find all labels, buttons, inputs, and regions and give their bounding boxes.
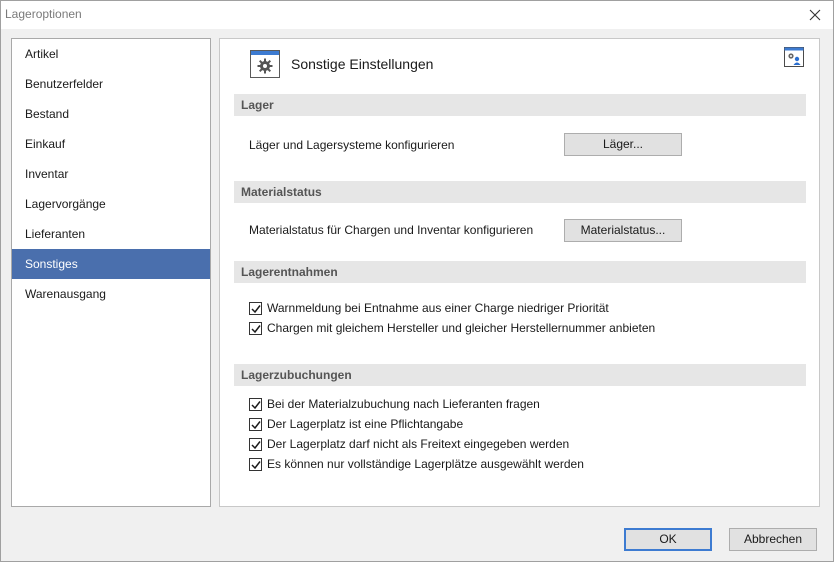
checkbox[interactable] bbox=[249, 397, 262, 411]
option-label: Es können nur vollständige Lagerplätze a… bbox=[267, 457, 584, 471]
checkbox[interactable] bbox=[249, 457, 262, 471]
nav-item-einkauf[interactable]: Einkauf bbox=[12, 129, 210, 159]
checkbox[interactable] bbox=[249, 417, 262, 431]
checkmark-icon bbox=[251, 440, 261, 449]
section-lagerentnahmen-heading: Lagerentnahmen bbox=[234, 261, 806, 283]
option-label: Der Lagerplatz ist eine Pflichtangabe bbox=[267, 417, 464, 431]
checkmark-icon bbox=[251, 304, 261, 313]
lager-button[interactable]: Läger... bbox=[564, 133, 682, 156]
option-kein-freitext[interactable]: Der Lagerplatz darf nicht als Freitext e… bbox=[249, 436, 569, 452]
nav-item-lagervorgaenge[interactable]: Lagervorgänge bbox=[12, 189, 210, 219]
panel-title: Sonstige Einstellungen bbox=[291, 56, 434, 72]
option-label: Bei der Materialzubuchung nach Lieferant… bbox=[267, 397, 540, 411]
title-bar: Lageroptionen bbox=[1, 1, 833, 29]
option-lieferanten-fragen[interactable]: Bei der Materialzubuchung nach Lieferant… bbox=[249, 396, 540, 412]
checkbox[interactable] bbox=[249, 437, 262, 451]
option-vollstaendige-lagerplaetze[interactable]: Es können nur vollständige Lagerplätze a… bbox=[249, 456, 584, 472]
user-settings-icon[interactable] bbox=[784, 47, 804, 67]
checkbox[interactable] bbox=[249, 301, 262, 315]
close-icon bbox=[809, 9, 821, 21]
ok-button[interactable]: OK bbox=[624, 528, 712, 551]
nav-item-sonstiges[interactable]: Sonstiges bbox=[12, 249, 210, 279]
nav-item-artikel[interactable]: Artikel bbox=[12, 39, 210, 69]
option-warnmeldung[interactable]: Warnmeldung bei Entnahme aus einer Charg… bbox=[249, 300, 609, 316]
window-title: Lageroptionen bbox=[5, 7, 82, 21]
nav-item-bestand[interactable]: Bestand bbox=[12, 99, 210, 129]
option-label: Chargen mit gleichem Hersteller und glei… bbox=[267, 321, 656, 335]
settings-panel: Sonstige Einstellungen Lager Läger und L… bbox=[219, 38, 820, 507]
checkbox[interactable] bbox=[249, 321, 262, 335]
nav-item-warenausgang[interactable]: Warenausgang bbox=[12, 279, 210, 309]
option-chargen-hersteller[interactable]: Chargen mit gleichem Hersteller und glei… bbox=[249, 320, 655, 336]
gear-icon bbox=[257, 58, 273, 74]
checkmark-icon bbox=[251, 420, 261, 429]
option-label: Warnmeldung bei Entnahme aus einer Charg… bbox=[267, 301, 609, 315]
materialstatus-config-label: Materialstatus für Chargen und Inventar … bbox=[249, 223, 534, 237]
option-label: Der Lagerplatz darf nicht als Freitext e… bbox=[267, 437, 570, 451]
materialstatus-button[interactable]: Materialstatus... bbox=[564, 219, 682, 242]
checkmark-icon bbox=[251, 400, 261, 409]
nav-item-inventar[interactable]: Inventar bbox=[12, 159, 210, 189]
nav-item-lieferanten[interactable]: Lieferanten bbox=[12, 219, 210, 249]
nav-item-benutzerfelder[interactable]: Benutzerfelder bbox=[12, 69, 210, 99]
section-lagerzubuchungen-heading: Lagerzubuchungen bbox=[234, 364, 806, 386]
options-dialog: Lageroptionen Artikel Benutzerfelder Bes… bbox=[0, 0, 834, 562]
cancel-button[interactable]: Abbrechen bbox=[729, 528, 817, 551]
checkmark-icon bbox=[251, 324, 261, 333]
category-list: Artikel Benutzerfelder Bestand Einkauf I… bbox=[11, 38, 211, 507]
lager-config-label: Läger und Lagersysteme konfigurieren bbox=[249, 138, 455, 152]
checkmark-icon bbox=[251, 460, 261, 469]
section-materialstatus-heading: Materialstatus bbox=[234, 181, 806, 203]
header-icon-frame bbox=[250, 50, 280, 78]
close-button[interactable] bbox=[797, 1, 833, 29]
option-lagerplatz-pflicht[interactable]: Der Lagerplatz ist eine Pflichtangabe bbox=[249, 416, 463, 432]
section-lager-heading: Lager bbox=[234, 94, 806, 116]
